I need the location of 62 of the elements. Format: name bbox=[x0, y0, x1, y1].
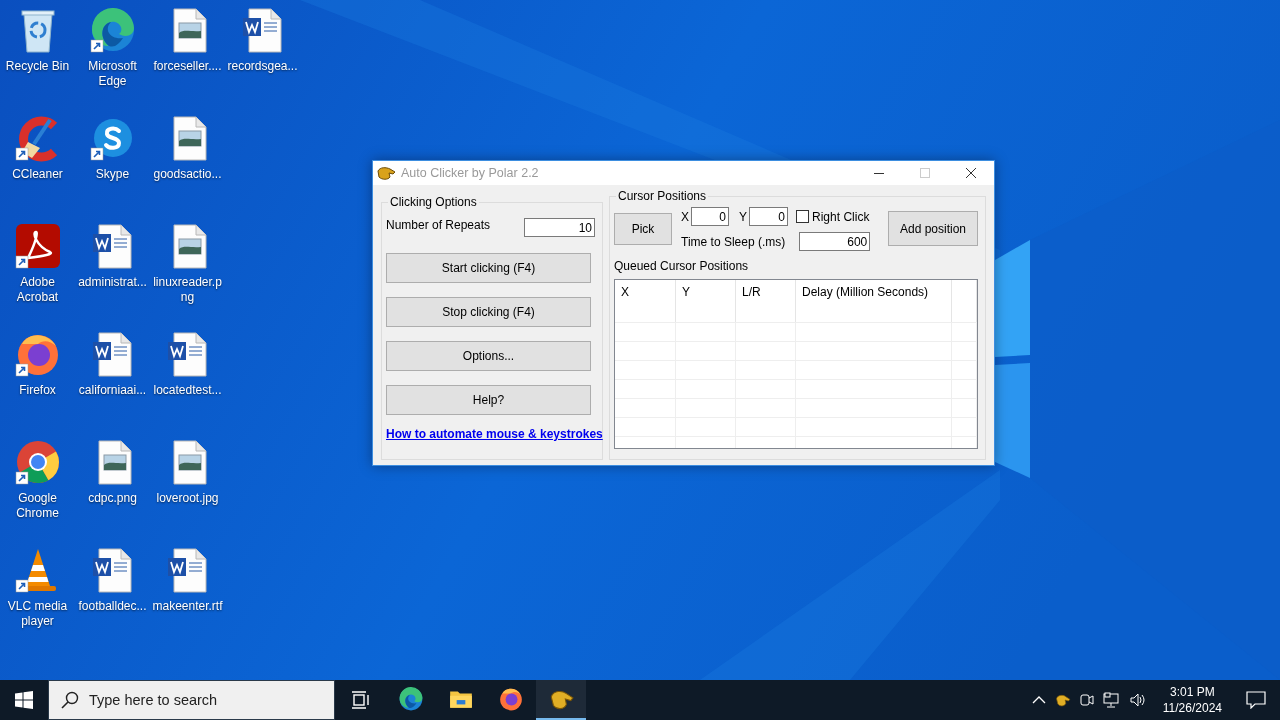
group-title: Clicking Options bbox=[389, 195, 478, 209]
clock-time[interactable]: 3:01 PM bbox=[1170, 684, 1215, 700]
icon-label: Google Chrome bbox=[15, 491, 60, 521]
pointing-hand-icon[interactable] bbox=[1053, 692, 1071, 708]
add-position-button[interactable]: Add position bbox=[888, 211, 978, 246]
browser-icon[interactable] bbox=[88, 6, 137, 54]
clock-date[interactable]: 11/26/2024 bbox=[1162, 700, 1222, 716]
field-label: X bbox=[681, 209, 689, 224]
column-header[interactable]: X bbox=[615, 280, 676, 322]
chevron-up-icon[interactable] bbox=[1031, 695, 1046, 705]
speaker-icon[interactable] bbox=[1128, 692, 1147, 708]
camera-icon[interactable] bbox=[1078, 692, 1095, 708]
icon-label: VLC media player bbox=[6, 599, 69, 629]
icon-label: makeenter.rtf bbox=[151, 599, 224, 614]
taskbar-app[interactable] bbox=[536, 680, 586, 720]
input-field[interactable]: 0 bbox=[691, 207, 729, 226]
field-label: Time to Sleep (.ms) bbox=[681, 234, 786, 249]
browser-icon[interactable] bbox=[13, 438, 62, 486]
icon-label: Firefox bbox=[18, 383, 57, 398]
icon-label: Adobe Acrobat bbox=[15, 275, 60, 305]
action-button[interactable]: Options... bbox=[386, 341, 591, 371]
icon-label: goodsactio... bbox=[152, 167, 223, 182]
icon-label: Microsoft Edge bbox=[87, 59, 138, 89]
browser-icon bbox=[498, 686, 524, 712]
icon-label: Skype bbox=[94, 167, 131, 182]
icon-label: administrat... bbox=[77, 275, 148, 290]
start-icon bbox=[15, 691, 33, 709]
field-label: Number of Repeats bbox=[386, 218, 491, 232]
icon-label: cdpc.png bbox=[87, 491, 138, 506]
pick-button[interactable]: Pick bbox=[614, 213, 672, 245]
icon-label: recordsgea... bbox=[226, 59, 299, 74]
input-field[interactable]: 0 bbox=[749, 207, 789, 226]
pointing-hand-icon bbox=[376, 165, 396, 181]
icon-label: forceseller.... bbox=[152, 59, 223, 74]
column-header[interactable]: Delay (Million Seconds) bbox=[796, 280, 952, 322]
help-link[interactable]: How to automate mouse & keystrokes bbox=[386, 427, 603, 442]
checkbox-label: Right Click bbox=[812, 209, 870, 224]
window-title: Auto Clicker by Polar 2.2 bbox=[401, 166, 540, 180]
network-icon[interactable] bbox=[1102, 692, 1121, 708]
action-button[interactable]: Stop clicking (F4) bbox=[386, 297, 591, 327]
icon-label: californiaai... bbox=[77, 383, 148, 398]
icon-label: linuxreader.png bbox=[152, 275, 223, 305]
column-header[interactable]: Y bbox=[676, 280, 736, 322]
pdf-icon[interactable] bbox=[13, 222, 62, 270]
action-button[interactable]: Help? bbox=[386, 385, 591, 415]
icon-label: Recycle Bin bbox=[4, 59, 71, 74]
column-header[interactable]: L/R bbox=[736, 280, 796, 322]
browser-icon bbox=[398, 686, 424, 712]
action-button[interactable]: Start clicking (F4) bbox=[386, 253, 591, 283]
input-field[interactable]: 600 bbox=[799, 232, 871, 251]
list-label: Queued Cursor Positions bbox=[614, 259, 750, 273]
icon-label: locatedtest... bbox=[152, 383, 223, 398]
icon-label: CCleaner bbox=[11, 167, 64, 182]
group-title: Cursor Positions bbox=[617, 189, 708, 203]
search-field[interactable]: Type here to search bbox=[48, 680, 335, 720]
search-icon bbox=[61, 691, 79, 709]
input-field[interactable]: 10 bbox=[524, 218, 595, 237]
icon-label: footballdec... bbox=[77, 599, 148, 614]
checkbox[interactable] bbox=[796, 210, 810, 223]
notification-icon[interactable] bbox=[1246, 691, 1266, 709]
icon-label: loveroot.jpg bbox=[155, 491, 220, 506]
field-label: Y bbox=[739, 209, 748, 224]
